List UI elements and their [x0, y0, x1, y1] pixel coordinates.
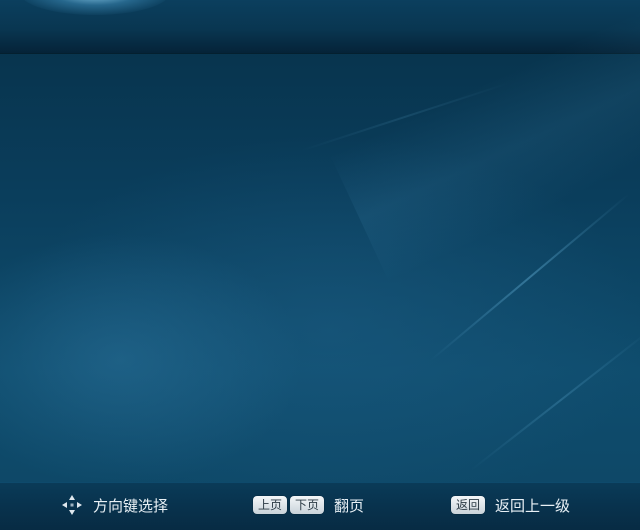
dpad-icon — [62, 495, 82, 515]
tv-menu-screen: 方向键选择 上页 下页 翻页 返回 返回上一级 — [0, 0, 640, 530]
page-up-key: 上页 — [253, 496, 288, 514]
page-hint: 上页 下页 翻页 — [253, 483, 364, 527]
header-glow — [20, 0, 170, 15]
back-hint: 返回 返回上一级 — [451, 483, 570, 527]
page-down-key: 下页 — [290, 496, 325, 514]
page-hint-label: 翻页 — [334, 496, 365, 515]
content-area — [0, 54, 640, 482]
select-hint-label: 方向键选择 — [93, 496, 169, 515]
back-key: 返回 — [451, 496, 486, 514]
back-hint-label: 返回上一级 — [495, 496, 571, 515]
footer-hint-bar: 方向键选择 上页 下页 翻页 返回 返回上一级 — [0, 482, 640, 530]
select-hint: 方向键选择 — [60, 483, 168, 527]
header-bar — [0, 0, 640, 54]
